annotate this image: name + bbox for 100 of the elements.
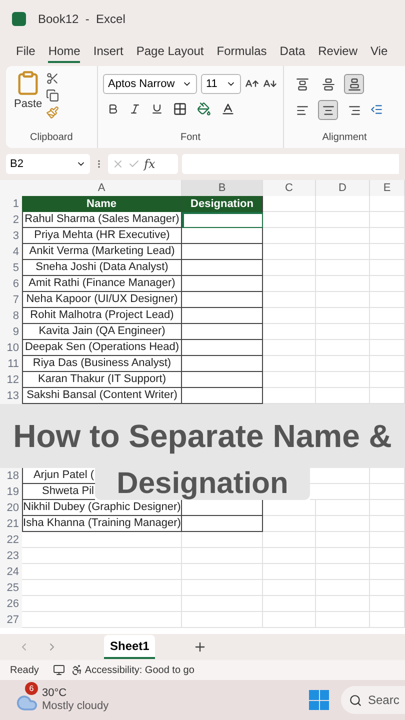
table-cell[interactable]: [182, 356, 263, 372]
italic-icon[interactable]: [129, 103, 141, 115]
ribbon-tab[interactable]: Page Layout: [136, 41, 204, 63]
table-cell: Riya Das (Business Analyst): [22, 356, 182, 372]
accessibility-status[interactable]: Accessibility: Good to go: [84, 662, 194, 678]
table-cell[interactable]: [182, 516, 263, 532]
ribbon-tab[interactable]: Review: [318, 41, 358, 63]
accessibility-icon[interactable]: [70, 664, 83, 676]
row-number: 2: [0, 212, 22, 228]
table-cell: [263, 308, 316, 324]
table-cell: [370, 580, 405, 596]
bold-icon[interactable]: [107, 103, 119, 115]
font-color-icon[interactable]: [221, 102, 235, 116]
ribbon-tab[interactable]: Formulas: [216, 41, 267, 63]
table-cell[interactable]: [182, 292, 263, 308]
ribbon-tab[interactable]: Vie: [370, 41, 388, 63]
window-title: Book12 - Excel: [38, 11, 126, 28]
table-cell: [370, 484, 405, 500]
row-number: 3: [0, 228, 22, 244]
align-icon: [348, 78, 360, 90]
row-number: 1: [0, 196, 22, 212]
horizontal-align-button[interactable]: [318, 100, 338, 120]
column-header[interactable]: D: [316, 180, 370, 196]
ribbon-tab[interactable]: Data: [280, 41, 306, 63]
underline-icon[interactable]: [151, 103, 163, 115]
column-header[interactable]: E: [370, 180, 405, 196]
table-cell: [370, 308, 405, 324]
column-header[interactable]: B: [182, 180, 263, 196]
table-cell[interactable]: [182, 260, 263, 276]
table-cell: [316, 548, 370, 564]
table-cell: [316, 564, 370, 580]
insert-function-button[interactable]: fx: [144, 155, 156, 173]
row-number: 22: [0, 532, 22, 548]
ribbon-tab[interactable]: Insert: [93, 41, 124, 63]
name-box[interactable]: B2: [6, 154, 90, 174]
table-cell: [316, 596, 370, 612]
table-cell: Rahul Sharma (Sales Manager): [22, 212, 182, 228]
vertical-align-button[interactable]: [344, 74, 364, 94]
row-number: 18: [0, 468, 22, 484]
row-number: 21: [0, 516, 22, 532]
table-cell: [370, 340, 405, 356]
table-cell[interactable]: [182, 244, 263, 260]
indent-decrease-icon[interactable]: [370, 103, 383, 116]
align-icon: [348, 104, 360, 116]
table-cell[interactable]: [182, 372, 263, 388]
table-cell: [263, 532, 316, 548]
table-cell: [316, 228, 370, 244]
table-cell: [316, 516, 370, 532]
row-number: 6: [0, 276, 22, 292]
font-size-dropdown[interactable]: 11: [201, 74, 241, 94]
table-cell: [316, 196, 370, 212]
table-cell: [370, 548, 405, 564]
table-cell: [370, 532, 405, 548]
font-name-dropdown[interactable]: Aptos Narrow: [103, 74, 197, 94]
row-number: 19: [0, 484, 22, 500]
table-cell[interactable]: [182, 228, 263, 244]
table-cell: [370, 260, 405, 276]
table-cell[interactable]: [182, 276, 263, 292]
table-cell[interactable]: [182, 500, 263, 516]
weather-text: Mostly cloudy: [42, 700, 109, 713]
table-cell: [370, 228, 405, 244]
fill-color-icon[interactable]: [197, 102, 211, 116]
table-cell[interactable]: [182, 324, 263, 340]
paste-button[interactable]: Paste: [14, 96, 42, 112]
excel-logo-icon: [12, 12, 26, 26]
sheet-tab[interactable]: Sheet1: [104, 635, 156, 659]
table-cell: [263, 356, 316, 372]
table-cell: Amit Rathi (Finance Manager): [22, 276, 182, 292]
table-cell: [263, 340, 316, 356]
table-cell: [316, 372, 370, 388]
table-cell: Priya Mehta (HR Executive): [22, 228, 182, 244]
table-cell: [316, 532, 370, 548]
row-number: 27: [0, 612, 22, 628]
table-cell[interactable]: [182, 340, 263, 356]
taskbar-search[interactable]: Searc: [341, 686, 405, 714]
table-cell: [310, 484, 370, 500]
table-cell: [263, 500, 316, 516]
table-cell: [263, 228, 316, 244]
table-cell: Isha Khanna (Training Manager): [22, 516, 182, 532]
column-header[interactable]: C: [263, 180, 316, 196]
group-label: Clipboard: [29, 131, 74, 145]
windows-start-icon[interactable]: [309, 690, 329, 710]
row-number: 26: [0, 596, 22, 612]
table-cell: [263, 324, 316, 340]
table-cell: [370, 196, 405, 212]
borders-icon[interactable]: [173, 102, 187, 116]
ribbon-tab[interactable]: Home: [48, 41, 80, 63]
ribbon-tab[interactable]: File: [16, 41, 36, 63]
table-cell: [370, 244, 405, 260]
table-cell[interactable]: [182, 212, 263, 228]
cut-icon[interactable]: [46, 72, 60, 85]
table-cell[interactable]: [182, 308, 263, 324]
table-cell: [263, 516, 316, 532]
table-cell: [370, 356, 405, 372]
copy-icon[interactable]: [46, 89, 60, 102]
row-number: 5: [0, 260, 22, 276]
table-cell: [370, 324, 405, 340]
table-cell: [370, 500, 405, 516]
video-caption: Designation: [95, 468, 310, 500]
add-sheet-icon[interactable]: [193, 640, 208, 654]
